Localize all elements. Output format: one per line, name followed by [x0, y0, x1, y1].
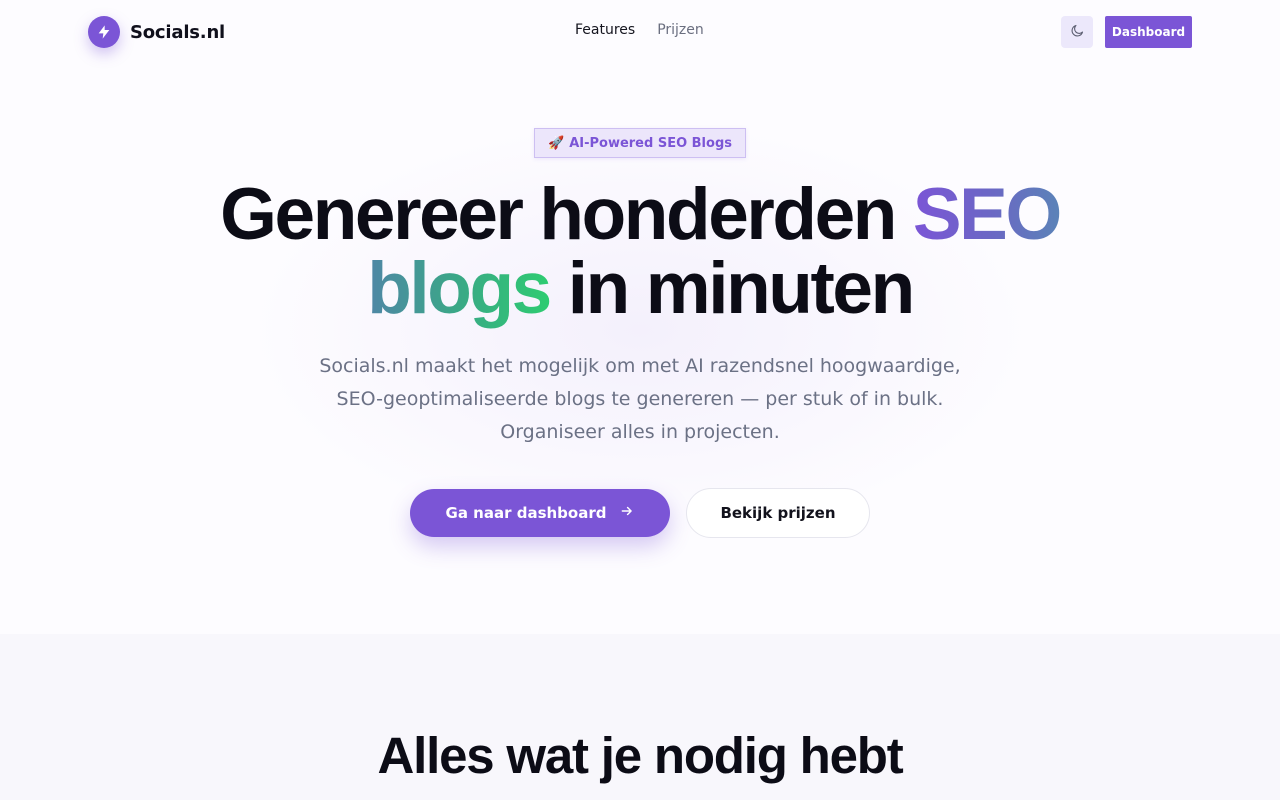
main-nav: Features Prijzen: [575, 22, 704, 38]
hero-headline: Genereer honderden SEO blogs in minuten: [0, 178, 1280, 326]
site-header: Socials.nl Features Prijzen Dashboard: [0, 0, 1280, 64]
hero-subtitle: Socials.nl maakt het mogelijk om met AI …: [290, 350, 990, 449]
subtitle-line-2: SEO-geoptimaliseerde blogs te genereren …: [336, 388, 944, 410]
rocket-icon: 🚀: [548, 135, 565, 151]
headline-line-1: Genereer honderden SEO: [0, 178, 1280, 252]
dashboard-button[interactable]: Dashboard: [1105, 16, 1192, 48]
hero-badge-text: AI-Powered SEO Blogs: [569, 135, 732, 151]
logo[interactable]: Socials.nl: [88, 16, 225, 48]
headline-part-4: in minuten: [549, 248, 915, 329]
features-title: Alles wat je nodig hebt: [377, 727, 904, 784]
headline-part-1: Genereer honderden: [220, 174, 913, 255]
go-to-dashboard-button[interactable]: Ga naar dashboard: [410, 489, 670, 537]
moon-icon: [1070, 23, 1085, 41]
logo-text: Socials.nl: [130, 21, 226, 43]
subtitle-line-3: Organiseer alles in projecten.: [500, 421, 780, 443]
nav-link-prijzen[interactable]: Prijzen: [657, 22, 704, 38]
headline-highlight-blogs: blogs: [367, 248, 552, 329]
hero-badge: 🚀 AI-Powered SEO Blogs: [534, 128, 746, 158]
view-pricing-button[interactable]: Bekijk prijzen: [686, 488, 870, 538]
go-to-dashboard-label: Ga naar dashboard: [445, 504, 607, 522]
headline-highlight-seo: SEO: [912, 174, 1062, 255]
headline-line-2: blogs in minuten: [0, 252, 1280, 326]
theme-toggle-button[interactable]: [1061, 16, 1093, 48]
nav-link-features[interactable]: Features: [575, 22, 635, 38]
arrow-right-icon: [620, 504, 634, 522]
lightning-bolt-icon: [88, 16, 120, 48]
subtitle-line-1: Socials.nl maakt het mogelijk om met AI …: [319, 355, 961, 377]
